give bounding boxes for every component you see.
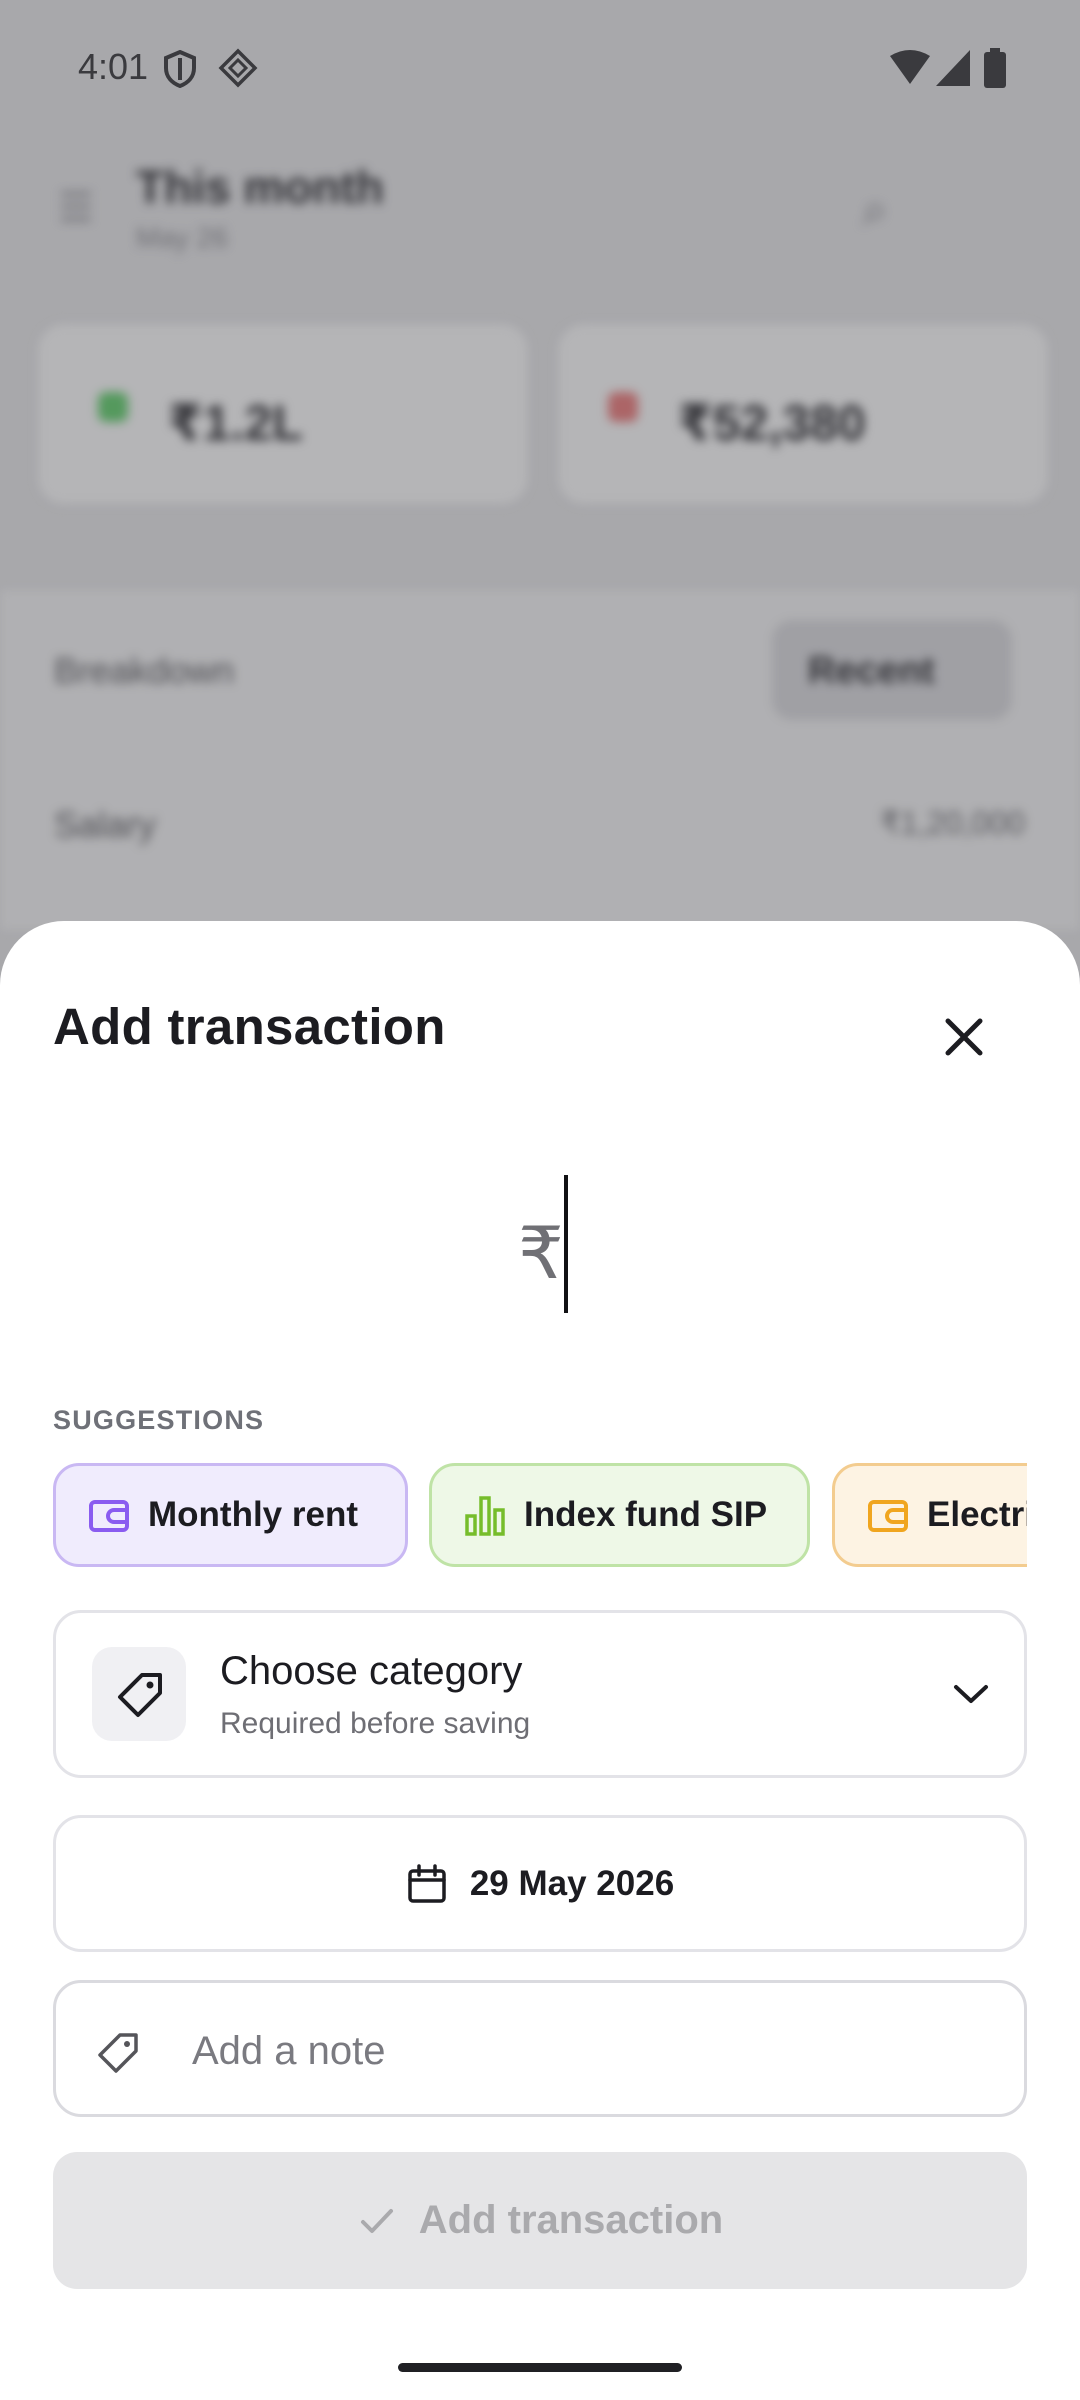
category-selector[interactable]: Choose category Required before saving [53,1610,1027,1778]
suggestion-chip-electricity[interactable]: Electricity [832,1463,1027,1567]
wallet-icon [868,1500,908,1532]
status-bar: 4:01 [0,0,1080,136]
suggestion-chip-label: Index fund SIP [524,1495,768,1534]
status-time: 4:01 [78,46,149,87]
suggestion-chip-monthly-rent[interactable]: Monthly rent [53,1463,408,1567]
date-picker-button[interactable]: 29 May 2026 [53,1815,1027,1952]
tag-icon [98,2033,138,2073]
category-title: Choose category [220,1649,523,1693]
wifi-icon [890,50,930,91]
category-subtitle: Required before saving [220,1707,531,1740]
currency-symbol: ₹ [518,1214,564,1294]
close-button[interactable] [934,1007,994,1067]
cellular-signal-icon [936,50,970,91]
home-indicator[interactable] [398,2363,682,2372]
diamond-icon [218,48,258,93]
add-transaction-button-label: Add transaction [418,2198,724,2242]
date-value: 29 May 2026 [469,1863,675,1903]
suggestion-chip-label: Monthly rent [148,1495,358,1534]
category-icon-box [92,1647,186,1741]
note-input[interactable] [190,2013,974,2089]
calendar-icon [408,1863,446,1903]
add-transaction-sheet: Add transaction ₹ SUGGESTIONS Monthly re… [0,921,1080,2400]
suggestion-chip-index-fund-sip[interactable]: Index fund SIP [429,1463,810,1567]
battery-icon [984,48,1006,93]
note-field[interactable] [53,1980,1027,2117]
add-transaction-button[interactable]: Add transaction [53,2152,1027,2289]
chevron-down-icon [954,1685,988,1703]
text-caret [564,1175,568,1313]
close-icon [945,1018,983,1056]
shield-icon [163,49,197,93]
bar-chart-icon [465,1496,505,1536]
tag-icon [118,1673,162,1717]
wallet-icon [89,1500,129,1532]
sheet-title: Add transaction [53,998,446,1055]
suggestions-row[interactable]: Monthly rent Index fund SIP Electricity [53,1463,1027,1573]
checkmark-icon [360,2208,393,2233]
suggestions-label: SUGGESTIONS [53,1405,265,1435]
suggestion-chip-label: Electricity [927,1495,1027,1534]
